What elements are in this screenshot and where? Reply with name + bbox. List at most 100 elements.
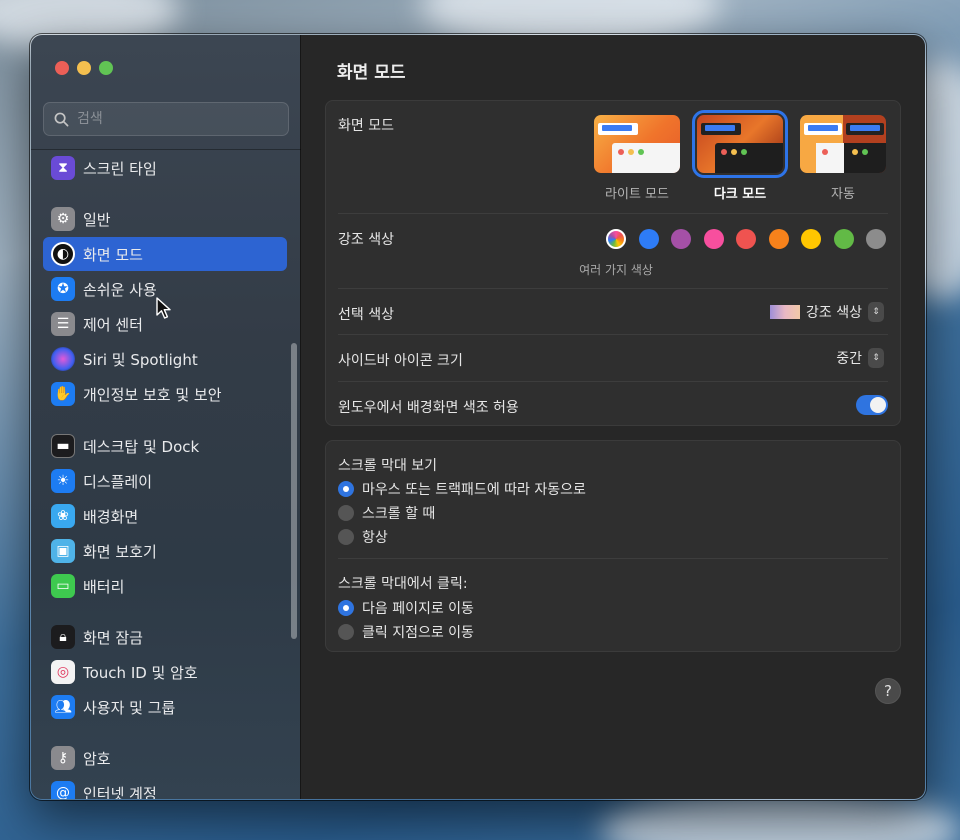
zoom-button[interactable] — [99, 61, 113, 75]
sidebar-item-internet-accounts[interactable]: @ 인터넷 계정 — [43, 776, 287, 799]
fingerprint-icon: ◎ — [51, 660, 75, 684]
accent-purple-swatch[interactable] — [671, 229, 691, 249]
sidebar-item-label: 화면 모드 — [83, 245, 143, 264]
siri-icon — [51, 347, 75, 371]
radio-button[interactable] — [338, 600, 354, 616]
sidebar-icon-size-label: 사이드바 아이콘 크기 — [338, 353, 463, 369]
mouse-cursor-icon — [156, 297, 171, 319]
flower-icon: ❀ — [51, 504, 75, 528]
sidebar-item-appearance[interactable]: ◐ 화면 모드 — [43, 237, 287, 271]
sidebar-item-label: 인터넷 계정 — [83, 784, 157, 800]
radio-label: 클릭 지점으로 이동 — [362, 625, 474, 641]
sidebar: ⧗ 스크린 타임 ⚙ 일반 ◐ 화면 모드 ✪ 손쉬운 사용 ☰ 제어 센터 S… — [31, 35, 301, 799]
radio-auto[interactable]: 마우스 또는 트랙패드에 따라 자동으로 — [338, 479, 586, 499]
search-icon — [54, 112, 69, 126]
dark-mode-thumbnail[interactable] — [692, 110, 788, 178]
users-icon: 👥︎ — [51, 695, 75, 719]
hourglass-icon: ⧗ — [51, 156, 75, 180]
sidebar-item-label: 일반 — [83, 210, 111, 229]
divider — [338, 213, 888, 214]
accent-yellow-swatch[interactable] — [801, 229, 821, 249]
help-button[interactable]: ? — [875, 678, 901, 704]
accent-green-swatch[interactable] — [834, 229, 854, 249]
sidebar-item-label: 사용자 및 그룹 — [83, 698, 176, 717]
auto-mode-label[interactable]: 자동 — [798, 183, 888, 202]
radio-next-page[interactable]: 다음 페이지로 이동 — [338, 598, 474, 618]
accent-blue-swatch[interactable] — [639, 229, 659, 249]
radio-label: 마우스 또는 트랙패드에 따라 자동으로 — [362, 482, 586, 498]
radio-button[interactable] — [338, 529, 354, 545]
radio-label: 스크롤 할 때 — [362, 506, 436, 522]
highlight-swatch — [770, 305, 801, 319]
sidebar-item-screensaver[interactable]: ▣ 화면 보호기 — [43, 534, 287, 568]
appearance-label: 화면 모드 — [338, 118, 394, 134]
accent-red-swatch[interactable] — [736, 229, 756, 249]
divider — [338, 334, 888, 335]
sidebar-item-lock-screen[interactable]: 🔒︎ 화면 잠금 — [43, 620, 287, 654]
accent-color-label: 강조 색상 — [338, 232, 394, 248]
sidebar-item-screen-time[interactable]: ⧗ 스크린 타임 — [43, 151, 287, 185]
at-icon: @ — [51, 781, 75, 799]
sidebar-item-label: Siri 및 Spotlight — [83, 350, 198, 369]
radio-label: 항상 — [362, 530, 388, 546]
highlight-color-label: 선택 색상 — [338, 307, 394, 323]
dock-icon: ▬ — [51, 434, 75, 458]
sidebar-item-desktop-dock[interactable]: ▬ 데스크탑 및 Dock — [43, 429, 287, 463]
content-pane: 화면 모드 화면 모드 라이트 모드 다크 모드 자동 강조 색상 여러 가지 … — [301, 35, 925, 799]
radio-when-scrolling[interactable]: 스크롤 할 때 — [338, 503, 435, 523]
sidebar-icon-size-popup[interactable]: 중간 ⇕ — [836, 348, 884, 368]
accent-caption: 여러 가지 색상 — [579, 263, 653, 277]
accessibility-icon: ✪ — [51, 277, 75, 301]
screensaver-icon: ▣ — [51, 539, 75, 563]
sidebar-item-battery[interactable]: ▭ 배터리 — [43, 569, 287, 603]
radio-button[interactable] — [338, 505, 354, 521]
sun-icon: ☀ — [51, 469, 75, 493]
radio-always[interactable]: 항상 — [338, 527, 388, 547]
dark-mode-label[interactable]: 다크 모드 — [695, 183, 785, 202]
highlight-color-popup[interactable]: 강조 색상 ⇕ — [770, 302, 884, 322]
chevron-updown-icon: ⇕ — [868, 302, 884, 322]
chevron-updown-icon: ⇕ — [868, 348, 884, 368]
sidebar-item-label: 개인정보 보호 및 보안 — [83, 385, 222, 404]
sidebar-item-touch-id[interactable]: ◎ Touch ID 및 암호 — [43, 655, 287, 689]
click-scroll-bar-label: 스크롤 막대에서 클릭: — [338, 576, 468, 592]
sidebar-item-label: 화면 보호기 — [83, 542, 157, 561]
accent-orange-swatch[interactable] — [769, 229, 789, 249]
auto-mode-thumbnail[interactable] — [800, 115, 886, 173]
gear-icon: ⚙ — [51, 207, 75, 231]
wallpaper-tinting-toggle[interactable] — [856, 395, 888, 415]
sidebar-item-label: 손쉬운 사용 — [83, 280, 157, 299]
sidebar-scrollbar[interactable] — [291, 343, 297, 639]
sidebar-item-users[interactable]: 👥︎ 사용자 및 그룹 — [43, 690, 287, 724]
radio-button[interactable] — [338, 481, 354, 497]
sidebar-item-label: 배터리 — [83, 577, 125, 596]
sidebar-item-label: 스크린 타임 — [83, 159, 157, 178]
radio-clicked-spot[interactable]: 클릭 지점으로 이동 — [338, 622, 474, 642]
accent-graphite-swatch[interactable] — [866, 229, 886, 249]
scroll-bars-card: 스크롤 막대 보기 마우스 또는 트랙패드에 따라 자동으로 스크롤 할 때 항… — [325, 440, 901, 652]
page-title: 화면 모드 — [337, 63, 406, 83]
hand-icon: ✋ — [51, 382, 75, 406]
radio-button[interactable] — [338, 624, 354, 640]
radio-label: 다음 페이지로 이동 — [362, 601, 474, 617]
search-input[interactable] — [77, 111, 277, 127]
light-mode-thumbnail[interactable] — [594, 115, 680, 173]
sidebar-item-general[interactable]: ⚙ 일반 — [43, 202, 287, 236]
divider — [338, 288, 888, 289]
close-button[interactable] — [55, 61, 69, 75]
sidebar-item-displays[interactable]: ☀ 디스플레이 — [43, 464, 287, 498]
sidebar-item-label: 디스플레이 — [83, 472, 153, 491]
sidebar-item-passwords[interactable]: ⚷ 암호 — [43, 741, 287, 775]
divider — [338, 381, 888, 382]
battery-icon: ▭ — [51, 574, 75, 598]
search-field[interactable] — [43, 102, 289, 136]
sidebar-item-siri[interactable]: Siri 및 Spotlight — [43, 342, 287, 376]
minimize-button[interactable] — [77, 61, 91, 75]
accent-pink-swatch[interactable] — [704, 229, 724, 249]
sidebar-item-wallpaper[interactable]: ❀ 배경화면 — [43, 499, 287, 533]
sidebar-item-label: 배경화면 — [83, 507, 139, 526]
accent-multicolor-swatch[interactable] — [606, 229, 626, 249]
lock-icon: 🔒︎ — [51, 625, 75, 649]
sidebar-item-privacy[interactable]: ✋ 개인정보 보호 및 보안 — [43, 377, 287, 411]
light-mode-label[interactable]: 라이트 모드 — [592, 183, 682, 202]
